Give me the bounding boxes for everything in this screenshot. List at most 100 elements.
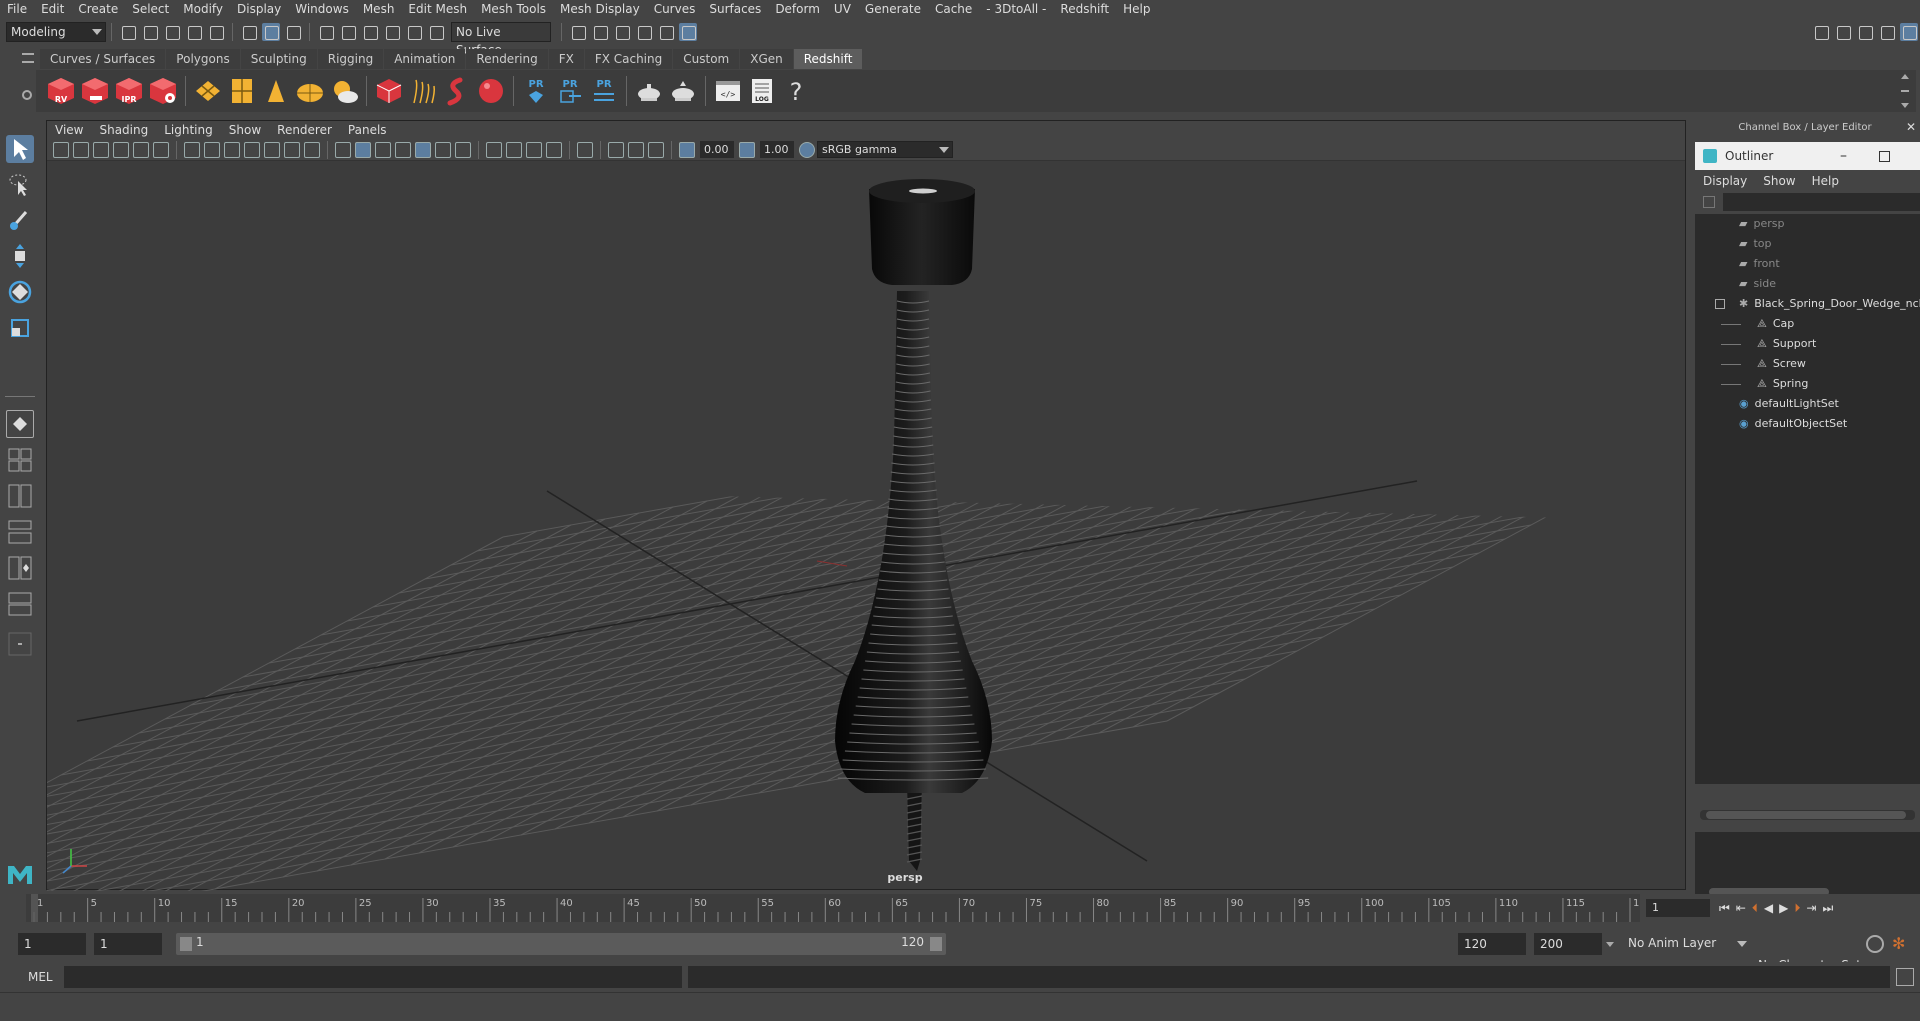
grid-toggle-icon[interactable] (184, 141, 200, 158)
range-end-handle[interactable] (930, 937, 942, 951)
lasso-tool-icon[interactable] (6, 170, 34, 198)
play-backward-icon[interactable]: ◀ (1764, 901, 1773, 915)
shadows-icon[interactable] (455, 141, 471, 158)
outliner-minimize-icon[interactable]: – (1840, 148, 1847, 164)
ipr-render-icon[interactable] (613, 23, 631, 41)
snap-view-plane-icon[interactable] (383, 23, 401, 41)
playback-start-field[interactable]: 1 (94, 933, 162, 955)
outliner-item[interactable]: ✱ Black_Spring_Door_Wedge_ncl (1739, 294, 1920, 314)
outliner-item[interactable]: ▰ persp (1739, 214, 1784, 234)
time-slider[interactable]: 1 5 10 15 20 25 30 35 40 45 50 55 60 65 70 75 80 85 90 95 10… (26, 894, 1652, 922)
xray-icon[interactable] (608, 141, 624, 158)
viewport-menu-shading[interactable]: Shading (91, 121, 156, 139)
auto-key-icon[interactable] (1866, 935, 1884, 953)
smooth-shade-icon[interactable] (355, 141, 371, 158)
toggle-attribute-editor-icon[interactable] (1856, 23, 1874, 41)
menu-item-mesh-tools[interactable]: Mesh Tools (474, 0, 553, 18)
shelf-tab-xgen[interactable]: XGen (740, 49, 793, 69)
menu-item-edit-mesh[interactable]: Edit Mesh (401, 0, 474, 18)
shelf-scroll[interactable] (1900, 74, 1910, 108)
screen-space-ao-icon[interactable] (486, 141, 502, 158)
outliner-title-bar[interactable]: Outliner – (1695, 142, 1920, 170)
select-tool-icon[interactable] (6, 135, 34, 163)
2d-pan-zoom-icon[interactable] (133, 141, 149, 158)
step-back-key-icon[interactable]: ⇤ (1736, 901, 1746, 915)
snap-point-icon[interactable] (361, 23, 379, 41)
sun-sky-icon[interactable] (329, 76, 359, 106)
motion-blur-icon[interactable] (506, 141, 522, 158)
outliner-search-input[interactable] (1723, 193, 1920, 211)
live-surface-field[interactable]: No Live Surface (451, 22, 551, 57)
outliner-item[interactable]: ▰ side (1739, 274, 1776, 294)
playback-end-field[interactable]: 120 (1458, 933, 1526, 955)
outliner-maximize-icon[interactable] (1879, 150, 1890, 162)
go-to-end-icon[interactable]: ⏭ (1822, 901, 1833, 916)
film-gate-icon[interactable] (204, 141, 220, 158)
outliner-item[interactable]: ◉ defaultObjectSet (1739, 414, 1847, 434)
viewport-panel[interactable]: View Shading Lighting Show Renderer Panels (46, 120, 1687, 891)
menu-item-generate[interactable]: Generate (858, 0, 928, 18)
new-scene-icon[interactable] (119, 23, 137, 41)
menu-set-dropdown[interactable]: Modeling (6, 22, 106, 42)
snap-live-icon[interactable] (405, 23, 423, 41)
depth-of-field-icon[interactable] (546, 141, 562, 158)
scale-tool-icon[interactable] (6, 314, 34, 342)
pr-export-icon[interactable]: PR (555, 76, 585, 106)
viewport-menu-view[interactable]: View (47, 121, 91, 139)
portal-light-icon[interactable] (227, 76, 257, 106)
viewport-menu-renderer[interactable]: Renderer (269, 121, 340, 139)
menu-item-create[interactable]: Create (71, 0, 125, 18)
scene-canvas[interactable]: persp (47, 161, 1687, 891)
outliner-item[interactable]: ⟁ Cap (1757, 314, 1794, 334)
shelf-tab-polygons[interactable]: Polygons (166, 49, 240, 69)
log-icon[interactable]: LOG (747, 76, 777, 106)
proxy-icon[interactable] (374, 76, 404, 106)
paint-select-tool-icon[interactable] (6, 206, 34, 234)
outliner-hscroll[interactable] (1700, 810, 1915, 820)
outliner-menu-display[interactable]: Display (1695, 170, 1755, 192)
animation-start-field[interactable]: 1 (18, 933, 86, 955)
outliner-item[interactable]: ⟁ Spring (1757, 374, 1808, 394)
render-options-icon[interactable] (148, 76, 178, 106)
lock-camera-icon[interactable] (73, 141, 89, 158)
single-view-layout-icon[interactable] (6, 410, 34, 438)
shelf-tab-fx[interactable]: FX (548, 49, 584, 69)
safe-action-icon[interactable] (284, 141, 300, 158)
select-camera-icon[interactable] (53, 141, 69, 158)
menu-item-curves[interactable]: Curves (647, 0, 703, 18)
menu-item-windows[interactable]: Windows (288, 0, 356, 18)
gamma-field[interactable]: 1.00 (760, 141, 794, 158)
use-all-lights-icon[interactable] (435, 141, 451, 158)
render-sequence-icon[interactable] (591, 23, 609, 41)
render-settings-icon[interactable] (635, 23, 653, 41)
pr-transfer-icon[interactable]: PR (589, 76, 619, 106)
undo-icon[interactable] (185, 23, 203, 41)
xray-active-icon[interactable] (628, 141, 644, 158)
exposure-icon[interactable] (679, 141, 695, 158)
teapot-batch-icon[interactable] (668, 76, 698, 106)
menu-item-cache[interactable]: Cache (928, 0, 979, 18)
ipr-icon[interactable]: IPR (114, 76, 144, 106)
menu-item-mesh[interactable]: Mesh (356, 0, 402, 18)
textured-icon[interactable] (415, 141, 431, 158)
shelf-tab-rigging[interactable]: Rigging (317, 49, 384, 69)
color-management-icon[interactable] (799, 141, 815, 158)
shelf-tab-custom[interactable]: Custom (673, 49, 740, 69)
menu-item-uv[interactable]: UV (827, 0, 858, 18)
shelf-tab-fx-caching[interactable]: FX Caching (584, 49, 673, 69)
outliner-filter-icon[interactable] (1703, 196, 1715, 208)
script-editor-icon[interactable]: </> (713, 76, 743, 106)
gate-mask-icon[interactable] (244, 141, 260, 158)
shelf-settings-icon[interactable] (22, 90, 32, 100)
render-setup-icon[interactable] (679, 23, 697, 41)
menu-item-edit[interactable]: Edit (34, 0, 71, 18)
outliner-menu-help[interactable]: Help (1804, 170, 1847, 192)
menu-item-surfaces[interactable]: Surfaces (702, 0, 768, 18)
step-back-icon[interactable]: ⏴ (1752, 901, 1758, 916)
wireframe-on-shaded-icon[interactable] (395, 141, 411, 158)
help-icon[interactable]: ? (781, 76, 811, 106)
range-slider[interactable]: 1 120 (176, 933, 946, 955)
menu-item-deform[interactable]: Deform (768, 0, 827, 18)
menu-item-mesh-display[interactable]: Mesh Display (553, 0, 647, 18)
step-forward-key-icon[interactable]: ⇥ (1806, 901, 1816, 915)
